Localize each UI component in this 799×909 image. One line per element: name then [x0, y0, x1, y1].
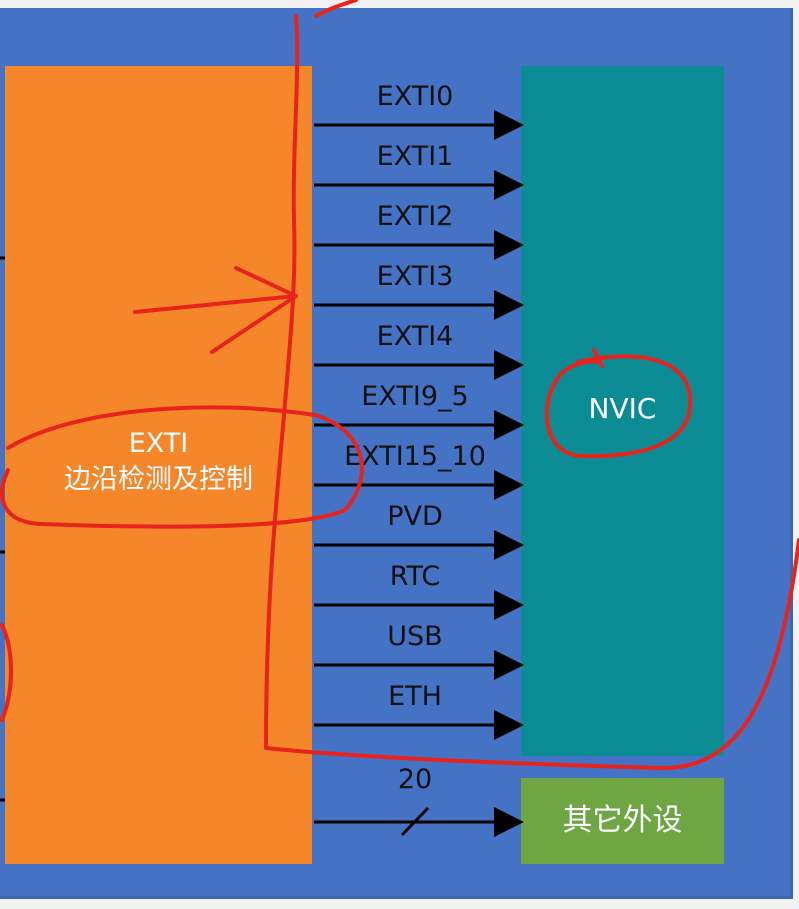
signal-label-usb: USB — [387, 621, 443, 652]
signal-label-exti15-10: EXTI15_10 — [344, 441, 486, 472]
exti-block-label: EXTI 边沿检测及控制 — [5, 426, 312, 498]
signal-label-exti2: EXTI2 — [376, 201, 454, 232]
signal-label-rtc: RTC — [389, 561, 441, 592]
signal-label-pvd: PVD — [387, 501, 443, 532]
signal-label-exti3: EXTI3 — [376, 261, 454, 292]
signal-label-exti4: EXTI4 — [376, 321, 454, 352]
exti-block-title: EXTI — [128, 428, 189, 459]
nvic-label: NVIC — [588, 392, 657, 425]
signal-label-exti1: EXTI1 — [376, 141, 454, 172]
diagram-canvas: EXTI 边沿检测及控制 NVIC 其它外设 EXTI0 EXTI1 EXTI2… — [0, 0, 799, 909]
bus-width-label: 20 — [397, 764, 433, 795]
signal-label-exti9-5: EXTI9_5 — [361, 381, 469, 412]
signal-label-exti0: EXTI0 — [376, 81, 454, 112]
other-peripherals-block: 其它外设 — [521, 778, 724, 864]
signal-label-eth: ETH — [388, 681, 442, 712]
exti-block-subtitle: 边沿检测及控制 — [64, 464, 253, 495]
